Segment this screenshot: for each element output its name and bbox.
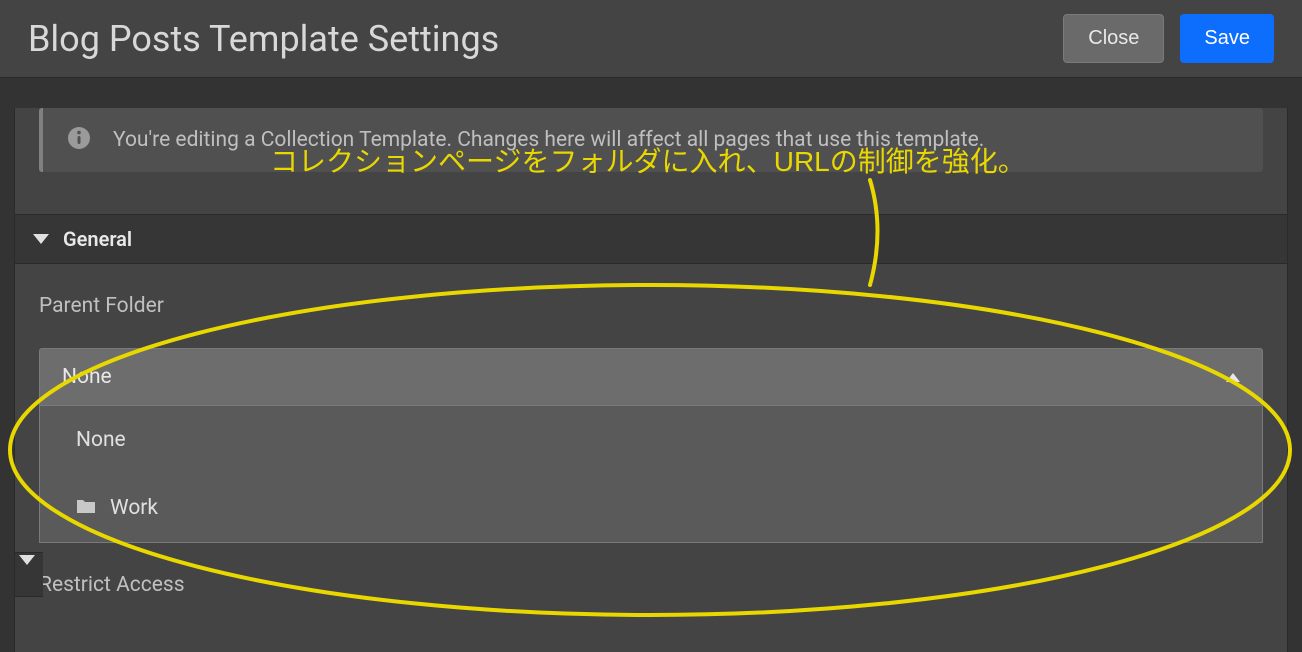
content-outer: You're editing a Collection Template. Ch… — [0, 108, 1302, 652]
info-icon — [67, 126, 91, 154]
dropdown-option-work[interactable]: Work — [40, 474, 1262, 542]
restrict-access-label: Restrict Access — [15, 543, 1287, 597]
template-notice: You're editing a Collection Template. Ch… — [39, 108, 1263, 172]
dropdown-option-label: Work — [110, 496, 158, 520]
parent-folder-select[interactable]: None — [39, 348, 1263, 406]
page-title: Blog Posts Template Settings — [28, 18, 499, 60]
collapsed-section-header[interactable] — [15, 552, 43, 597]
parent-folder-field: Parent Folder None None Work — [15, 264, 1287, 543]
header-buttons: Close Save — [1063, 14, 1274, 63]
content-panel: You're editing a Collection Template. Ch… — [14, 108, 1288, 652]
close-button[interactable]: Close — [1063, 14, 1164, 63]
folder-icon — [76, 496, 96, 520]
settings-header: Blog Posts Template Settings Close Save — [0, 0, 1302, 78]
general-section-header[interactable]: General — [15, 214, 1287, 264]
chevron-down-icon — [19, 555, 35, 584]
general-section-title: General — [63, 227, 132, 251]
triangle-up-icon — [1226, 373, 1240, 382]
save-button[interactable]: Save — [1180, 14, 1274, 63]
dropdown-option-none[interactable]: None — [40, 406, 1262, 474]
parent-folder-label: Parent Folder — [39, 294, 1263, 318]
dropdown-option-label: None — [76, 428, 126, 452]
notice-text: You're editing a Collection Template. Ch… — [113, 128, 984, 152]
chevron-down-icon — [33, 234, 49, 244]
parent-folder-dropdown: None Work — [39, 406, 1263, 543]
parent-folder-selected: None — [62, 365, 112, 389]
